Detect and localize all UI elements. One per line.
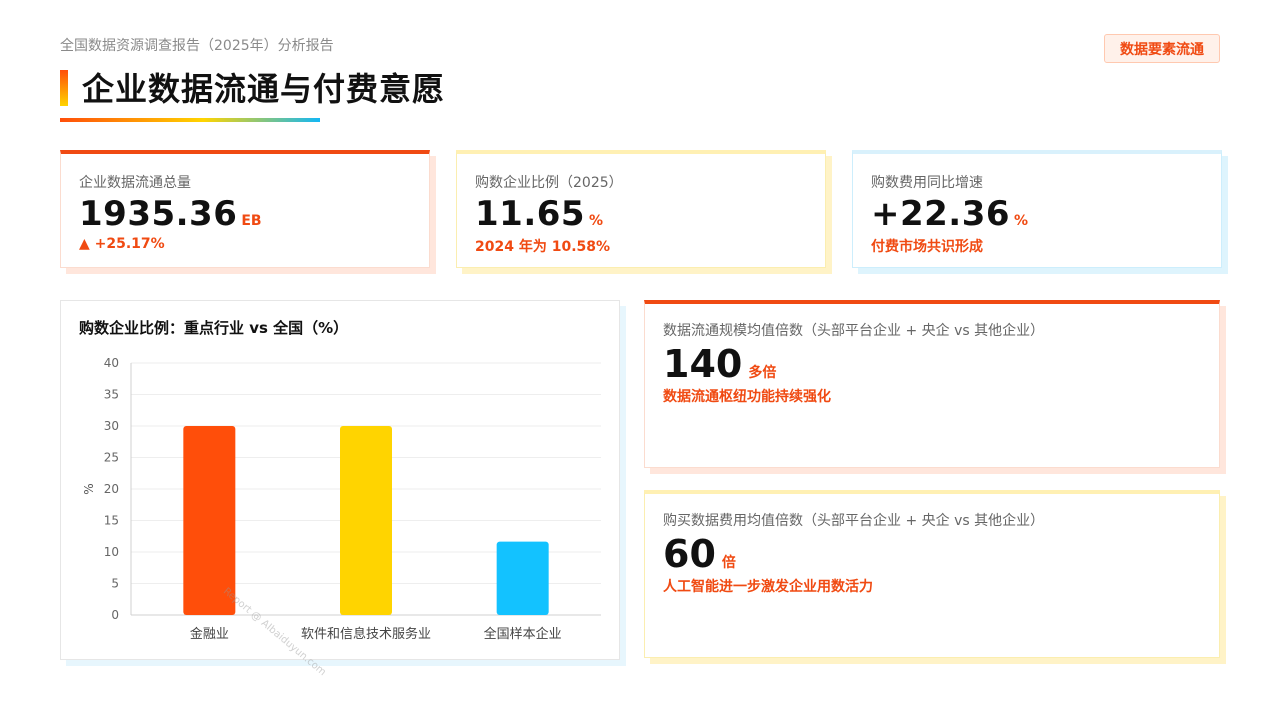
highlight-note: 人工智能进一步激发企业用数活力 [663, 579, 873, 595]
kpi-unit: % [1014, 213, 1029, 229]
y-tick-label: 15 [104, 514, 119, 528]
title-accent-bar [60, 70, 68, 106]
kpi-unit: EB [241, 213, 262, 229]
kpi-label: 购数费用同比增速 [871, 175, 983, 191]
x-tick-label: 全国样本企业 [484, 626, 562, 642]
bar-chart: 0 5 10 15 20 25 30 35 40% 金融业 软件和信息技术服务业 全国样本企业 [82, 356, 601, 642]
topic-tag[interactable]: 数据要素流通 [1104, 34, 1220, 63]
y-axis-label: % [82, 483, 96, 494]
highlight-note: 数据流通枢纽功能持续强化 [663, 389, 831, 405]
highlight-card-spend-multiple: 购买数据费用均值倍数（头部平台企业 + 央企 vs 其他企业） 60 倍 人工智… [644, 490, 1220, 658]
bar-3 [496, 541, 549, 615]
kpi-value: 1935.36 [79, 194, 238, 234]
y-tick-label: 5 [111, 577, 119, 591]
page-title: 企业数据流通与付费意愿 [82, 70, 446, 108]
highlight-label: 购买数据费用均值倍数（头部平台企业 + 央企 vs 其他企业） [663, 513, 1045, 529]
highlight-value: 140 [663, 342, 743, 386]
bar-2 [340, 426, 392, 615]
kpi-label: 企业数据流通总量 [79, 175, 191, 191]
kpi-card-spend-growth: 购数费用同比增速 +22.36 % 付费市场共识形成 [852, 150, 1222, 268]
highlight-unit: 多倍 [748, 365, 777, 381]
x-tick-label: 金融业 [190, 626, 229, 642]
kpi-value: +22.36 [871, 194, 1011, 234]
y-tick-label: 30 [104, 419, 119, 433]
breadcrumb: 全国数据资源调查报告（2025年）分析报告 [60, 38, 334, 54]
title-underline [60, 118, 320, 122]
kpi-change: ▲ +25.17% [79, 236, 165, 252]
kpi-label: 购数企业比例（2025） [475, 175, 623, 191]
kpi-card-flow-volume: 企业数据流通总量 1935.36 EB ▲ +25.17% [60, 150, 430, 268]
kpi-card-buyer-ratio: 购数企业比例（2025） 11.65 % 2024 年为 10.58% [456, 150, 826, 268]
kpi-note: 2024 年为 10.58% [475, 239, 611, 255]
y-tick-label: 0 [111, 608, 119, 622]
bar-chart-card: 购数企业比例：重点行业 vs 全国（%） 0 5 10 15 20 25 30 35 40% 金融… [60, 300, 620, 660]
highlight-value: 60 [663, 532, 716, 576]
kpi-note: 付费市场共识形成 [871, 239, 983, 255]
y-tick-label: 40 [104, 356, 119, 370]
y-tick-label: 10 [104, 545, 119, 559]
highlight-unit: 倍 [721, 555, 736, 571]
y-tick-label: 25 [104, 451, 119, 465]
kpi-value: 11.65 [475, 194, 586, 234]
x-tick-label: 软件和信息技术服务业 [301, 626, 431, 642]
highlight-card-flow-multiple: 数据流通规模均值倍数（头部平台企业 + 央企 vs 其他企业） 140 多倍 数… [644, 300, 1220, 468]
y-tick-label: 35 [104, 388, 119, 402]
kpi-unit: % [589, 213, 604, 229]
y-tick-label: 20 [104, 482, 119, 496]
highlight-label: 数据流通规模均值倍数（头部平台企业 + 央企 vs 其他企业） [663, 323, 1045, 339]
